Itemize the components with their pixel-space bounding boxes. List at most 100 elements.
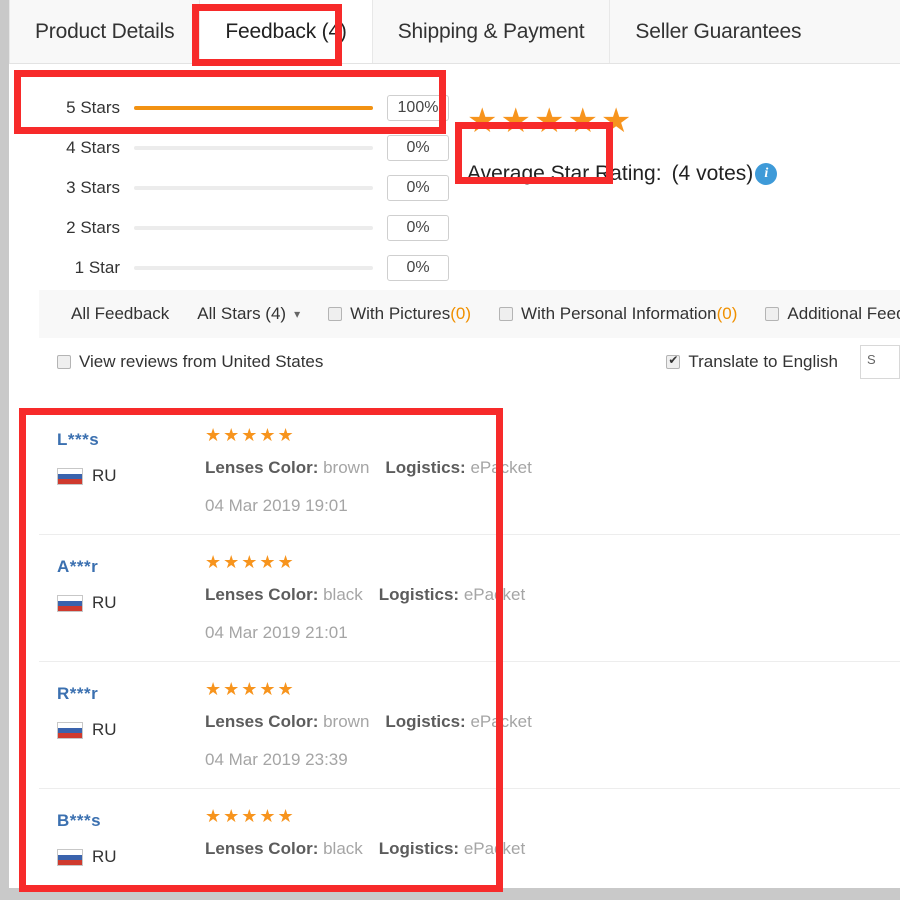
bottom-strip	[0, 888, 900, 900]
review-country-code: RU	[92, 593, 117, 612]
view-reviews-label: View reviews from United States	[79, 352, 324, 371]
rating-bar-row[interactable]: 2 Stars 0%	[49, 208, 449, 248]
review-attr-label: Logistics:	[378, 585, 460, 604]
rating-bar-track	[134, 266, 373, 270]
review-attr-value: ePacket	[470, 712, 532, 731]
tab-label: Feedback (4)	[225, 19, 347, 43]
review-country-code: RU	[92, 847, 117, 866]
feedback-filter-bar: All Feedback All Stars (4) ▾ With Pictur…	[39, 290, 900, 338]
review-date: 04 Mar 2019 23:39	[205, 750, 348, 769]
filter-all-feedback[interactable]: All Feedback	[57, 304, 183, 324]
rating-bar-percent: 0%	[387, 255, 449, 281]
review-username[interactable]: R***r	[57, 684, 205, 704]
review-user-block: R***r RU	[57, 680, 205, 770]
review-list: L***s RU ★★★★★ Lenses Color: brown Logist…	[39, 408, 900, 888]
translate-label: Translate to English	[688, 352, 838, 371]
filter-count: (0)	[450, 304, 472, 323]
review-attr-value: brown	[323, 712, 370, 731]
page-body: Product Details Feedback (4) Shipping & …	[9, 0, 900, 888]
review-country: RU	[57, 593, 205, 613]
review-body: ★★★★★ Lenses Color: black Logistics: ePac…	[205, 553, 900, 643]
filter-all-stars-dropdown[interactable]: All Stars (4) ▾	[183, 304, 314, 324]
page-root: Product Details Feedback (4) Shipping & …	[0, 0, 900, 900]
review-attributes: Lenses Color: black Logistics: ePacket	[205, 839, 900, 859]
rating-bar-label: 4 Stars	[66, 138, 120, 157]
rating-bar-track	[134, 146, 373, 150]
average-rating-block: ★★★★★ Average Star Rating: (4 votes) i	[467, 100, 887, 186]
review-item: R***r RU ★★★★★ Lenses Color: brown Logist…	[39, 662, 900, 789]
review-country: RU	[57, 466, 205, 486]
review-country-code: RU	[92, 466, 117, 485]
review-attr-label: Lenses Color:	[205, 712, 319, 731]
view-reviews-country-option[interactable]: View reviews from United States	[39, 352, 323, 372]
review-attributes: Lenses Color: brown Logistics: ePacket	[205, 458, 900, 478]
flag-icon-ru	[57, 467, 83, 485]
checkbox-icon[interactable]	[765, 307, 780, 321]
average-rating-text: Average Star Rating: (4 votes) i	[467, 162, 887, 186]
rating-bar-label: 1 Star	[74, 258, 120, 277]
review-attributes: Lenses Color: brown Logistics: ePacket	[205, 712, 900, 732]
checkbox-icon[interactable]	[328, 307, 343, 321]
review-attr-value: ePacket	[463, 585, 526, 604]
rating-bar-percent: 0%	[387, 175, 449, 201]
sort-select[interactable]: S	[860, 345, 900, 379]
review-stars-icon: ★★★★★	[205, 425, 296, 445]
checkbox-icon[interactable]	[499, 307, 514, 321]
rating-bar-percent: 0%	[387, 135, 449, 161]
review-attr-value: black	[323, 585, 363, 604]
review-stars-icon: ★★★★★	[205, 552, 296, 572]
chevron-down-icon: ▾	[294, 307, 301, 321]
rating-bar-row[interactable]: 5 Stars 100%	[49, 88, 449, 128]
rating-summary: 5 Stars 100% 4 Stars 0% 3 Stars 0% 2 Sta…	[9, 64, 900, 289]
rating-bar-row[interactable]: 3 Stars 0%	[49, 168, 449, 208]
tab-seller-guarantees[interactable]: Seller Guarantees	[610, 0, 900, 63]
review-attributes: Lenses Color: black Logistics: ePacket	[205, 585, 900, 605]
tab-feedback[interactable]: Feedback (4)	[200, 0, 373, 63]
average-stars-icon: ★★★★★	[467, 102, 635, 140]
tab-label: Product Details	[35, 19, 175, 43]
review-date: 04 Mar 2019 19:01	[205, 496, 348, 515]
filter-label: With Personal Information	[521, 304, 717, 323]
review-attr-label: Logistics:	[385, 458, 466, 477]
review-username[interactable]: L***s	[57, 430, 205, 450]
review-username[interactable]: A***r	[57, 557, 205, 577]
rating-bar-track	[134, 106, 373, 110]
rating-bar-row[interactable]: 1 Star 0%	[49, 248, 449, 288]
filter-with-personal-information[interactable]: With Personal Information (0)	[485, 304, 751, 324]
review-username[interactable]: B***s	[57, 811, 205, 831]
tab-product-details[interactable]: Product Details	[9, 0, 201, 63]
filter-label: All Stars (4)	[197, 304, 287, 323]
review-country: RU	[57, 847, 205, 867]
review-stars-icon: ★★★★★	[205, 679, 296, 699]
review-user-block: B***s RU	[57, 807, 205, 888]
filter-count: (0)	[716, 304, 738, 323]
review-body: ★★★★★ Lenses Color: brown Logistics: ePac…	[205, 680, 900, 770]
review-attr-label: Lenses Color:	[205, 585, 319, 604]
translate-options-right: Translate to English S	[666, 345, 900, 379]
checkbox-icon[interactable]	[57, 355, 71, 369]
review-user-block: A***r RU	[57, 553, 205, 643]
rating-bar-label: 2 Stars	[66, 218, 120, 237]
filter-with-pictures[interactable]: With Pictures (0)	[314, 304, 485, 324]
rating-bar-fill	[134, 106, 373, 110]
average-votes-count: (4 votes)	[671, 162, 754, 185]
filter-additional-feedback[interactable]: Additional Feedback (0)	[751, 304, 900, 324]
review-attr-label: Logistics:	[385, 712, 466, 731]
filter-label: All Feedback	[71, 304, 170, 323]
info-icon[interactable]: i	[755, 163, 778, 185]
tab-shipping-payment[interactable]: Shipping & Payment	[373, 0, 611, 63]
review-attr-label: Lenses Color:	[205, 839, 319, 858]
review-stars-icon: ★★★★★	[205, 806, 296, 826]
review-item: L***s RU ★★★★★ Lenses Color: brown Logist…	[39, 408, 900, 535]
average-rating-label: Average Star Rating:	[467, 162, 662, 185]
rating-bar-label: 5 Stars	[66, 98, 120, 117]
translate-options-row: View reviews from United States Translat…	[39, 338, 900, 386]
review-attr-label: Lenses Color:	[205, 458, 319, 477]
review-country-code: RU	[92, 720, 117, 739]
checkbox-icon[interactable]	[666, 353, 681, 369]
rating-bar-track	[134, 226, 373, 230]
rating-bar-row[interactable]: 4 Stars 0%	[49, 128, 449, 168]
tab-label: Seller Guarantees	[635, 19, 802, 43]
flag-icon-ru	[57, 721, 83, 739]
review-item: B***s RU ★★★★★ Lenses Color: black Logist…	[39, 789, 900, 888]
